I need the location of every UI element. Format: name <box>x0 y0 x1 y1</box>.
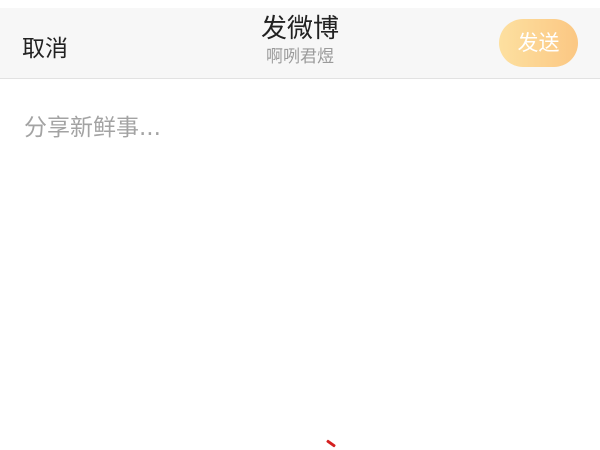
page-title: 发微博 <box>260 14 339 44</box>
compose-weibo-screen: 取消 发微博 啊咧君煜 发送 <box>0 0 600 450</box>
composer-area <box>0 80 600 450</box>
top-bar: 取消 发微博 啊咧君煜 发送 <box>0 8 600 79</box>
title-block: 发微博 啊咧君煜 <box>200 12 400 68</box>
post-text-input[interactable] <box>24 108 576 428</box>
account-name: 啊咧君煜 <box>266 47 334 67</box>
cancel-button[interactable]: 取消 <box>22 29 68 63</box>
send-button[interactable]: 发送 <box>499 19 578 67</box>
